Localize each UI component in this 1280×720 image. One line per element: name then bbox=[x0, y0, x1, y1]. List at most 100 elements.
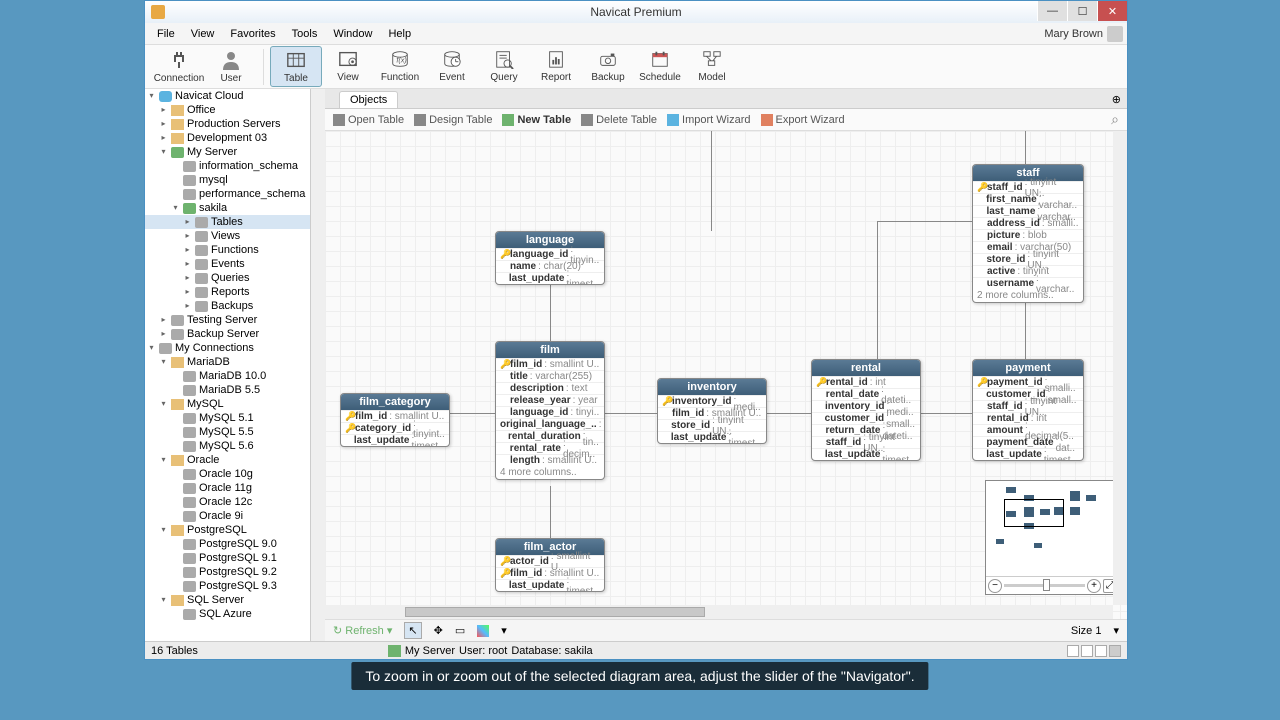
entity-rental[interactable]: rental🔑rental_id: intrental_date: dateti… bbox=[811, 359, 921, 461]
diagram-canvas[interactable]: language🔑language_id: tinyin..name: char… bbox=[325, 131, 1127, 619]
tree-node-mysql[interactable]: ▾MySQL bbox=[145, 397, 310, 411]
tree-node-mysql-5.5[interactable]: MySQL 5.5 bbox=[145, 425, 310, 439]
zoom-slider-thumb[interactable] bbox=[1043, 579, 1050, 591]
tree-node-tables[interactable]: ▸Tables bbox=[145, 215, 310, 229]
tree-node-oracle-12c[interactable]: Oracle 12c bbox=[145, 495, 310, 509]
minimap-view[interactable] bbox=[986, 481, 1119, 576]
view-detail-icon[interactable] bbox=[1081, 645, 1093, 657]
entity-column[interactable]: 🔑film_id: smallint U.. bbox=[496, 358, 604, 370]
user-name[interactable]: Mary Brown bbox=[1044, 28, 1107, 40]
menu-help[interactable]: Help bbox=[380, 26, 419, 42]
menu-tools[interactable]: Tools bbox=[284, 26, 326, 42]
zoom-slider-track[interactable] bbox=[1004, 584, 1085, 587]
zoom-in-button[interactable]: + bbox=[1087, 579, 1101, 593]
toolbar-backup[interactable]: Backup bbox=[582, 46, 634, 87]
tree-node-my-connections[interactable]: ▾My Connections bbox=[145, 341, 310, 355]
entity-column[interactable]: 🔑inventory_id: medi.. bbox=[658, 395, 766, 407]
entity-column[interactable]: last_update: timest.. bbox=[973, 448, 1083, 460]
toolbar-model[interactable]: Model bbox=[686, 46, 738, 87]
entity-column[interactable]: 🔑actor_id: smallint U.. bbox=[496, 555, 604, 567]
size-label[interactable]: Size 1 bbox=[1071, 625, 1102, 637]
entity-column[interactable]: store_id: tinyint UN.. bbox=[973, 253, 1083, 265]
menu-favorites[interactable]: Favorites bbox=[222, 26, 283, 42]
tree-node-postgresql-9.1[interactable]: PostgreSQL 9.1 bbox=[145, 551, 310, 565]
tree-node-mysql[interactable]: mysql bbox=[145, 173, 310, 187]
entity-column[interactable]: last_update: timest.. bbox=[812, 448, 920, 460]
entity-film[interactable]: film🔑film_id: smallint U..title: varchar… bbox=[495, 341, 605, 480]
tree-node-postgresql-9.2[interactable]: PostgreSQL 9.2 bbox=[145, 565, 310, 579]
tree-node-sakila[interactable]: ▾sakila bbox=[145, 201, 310, 215]
maximize-button[interactable]: ☐ bbox=[1067, 1, 1097, 21]
move-tool[interactable]: ✥ bbox=[434, 624, 443, 637]
view-er-icon[interactable] bbox=[1109, 645, 1121, 657]
entity-column[interactable]: username: varchar.. bbox=[973, 277, 1083, 289]
tree-node-mariadb-5.5[interactable]: MariaDB 5.5 bbox=[145, 383, 310, 397]
open-table-action[interactable]: Open Table bbox=[333, 114, 404, 126]
toolbar-function[interactable]: f(x)Function bbox=[374, 46, 426, 87]
entity-column[interactable]: address_id: smalli.. bbox=[973, 217, 1083, 229]
horizontal-scrollbar[interactable] bbox=[325, 605, 1113, 619]
navigator-minimap[interactable]: − + ⤢ bbox=[985, 480, 1120, 595]
toolbar-query[interactable]: Query bbox=[478, 46, 530, 87]
toolbar-table[interactable]: Table bbox=[270, 46, 322, 87]
tree-node-production-servers[interactable]: ▸Production Servers bbox=[145, 117, 310, 131]
toolbar-event[interactable]: Event bbox=[426, 46, 478, 87]
entity-column[interactable]: length: smallint U.. bbox=[496, 454, 604, 466]
view-list-icon[interactable] bbox=[1067, 645, 1079, 657]
delete-table-action[interactable]: Delete Table bbox=[581, 114, 657, 126]
vertical-scrollbar[interactable] bbox=[1113, 131, 1127, 605]
entity-payment[interactable]: payment🔑payment_id: smalli..customer_id:… bbox=[972, 359, 1084, 461]
entity-column[interactable]: release_year: year bbox=[496, 394, 604, 406]
tree-node-navicat-cloud[interactable]: ▾Navicat Cloud bbox=[145, 89, 310, 103]
toolbar-user[interactable]: User bbox=[205, 47, 257, 86]
toolbar-view[interactable]: View bbox=[322, 46, 374, 87]
menu-file[interactable]: File bbox=[149, 26, 183, 42]
entity-column[interactable]: 🔑language_id: tinyin.. bbox=[496, 248, 604, 260]
entity-column[interactable]: last_update: timest.. bbox=[341, 434, 449, 446]
entity-column[interactable]: rental_rate: decim.. bbox=[496, 442, 604, 454]
entity-column[interactable]: last_update: timest.. bbox=[496, 579, 604, 591]
entity-column[interactable]: last_update: timest.. bbox=[658, 431, 766, 443]
toolbar-connection[interactable]: Connection bbox=[153, 47, 205, 86]
tree-node-sql-azure[interactable]: SQL Azure bbox=[145, 607, 310, 621]
tree-node-backup-server[interactable]: ▸Backup Server bbox=[145, 327, 310, 341]
tree-node-mariadb[interactable]: ▾MariaDB bbox=[145, 355, 310, 369]
new-table-action[interactable]: New Table bbox=[502, 114, 571, 126]
entity-column[interactable]: last_name: varchar.. bbox=[973, 205, 1083, 217]
user-avatar-icon[interactable] bbox=[1107, 26, 1123, 42]
tree-node-postgresql[interactable]: ▾PostgreSQL bbox=[145, 523, 310, 537]
menu-view[interactable]: View bbox=[183, 26, 223, 42]
tree-node-backups[interactable]: ▸Backups bbox=[145, 299, 310, 313]
tree-node-postgresql-9.3[interactable]: PostgreSQL 9.3 bbox=[145, 579, 310, 593]
view-grid-icon[interactable] bbox=[1095, 645, 1107, 657]
tree-node-postgresql-9.0[interactable]: PostgreSQL 9.0 bbox=[145, 537, 310, 551]
entity-inventory[interactable]: inventory🔑inventory_id: medi..film_id: s… bbox=[657, 378, 767, 444]
tree-node-mysql-5.6[interactable]: MySQL 5.6 bbox=[145, 439, 310, 453]
tab-objects[interactable]: Objects bbox=[339, 91, 398, 108]
dropdown-arrow[interactable]: ▾ bbox=[501, 624, 507, 637]
entity-column[interactable]: staff_id: tinyint UN.. bbox=[973, 400, 1083, 412]
tree-node-development-03[interactable]: ▸Development 03 bbox=[145, 131, 310, 145]
close-button[interactable]: ✕ bbox=[1097, 1, 1127, 21]
select-tool[interactable]: ▭ bbox=[455, 624, 465, 637]
tree-node-mysql-5.1[interactable]: MySQL 5.1 bbox=[145, 411, 310, 425]
tree-node-information_schema[interactable]: information_schema bbox=[145, 159, 310, 173]
zoom-out-button[interactable]: − bbox=[988, 579, 1002, 593]
minimap-viewport[interactable] bbox=[1004, 499, 1064, 527]
sidebar[interactable]: ▾Navicat Cloud▸Office▸Production Servers… bbox=[145, 89, 311, 641]
import-wizard-action[interactable]: Import Wizard bbox=[667, 114, 750, 126]
tree-node-oracle-10g[interactable]: Oracle 10g bbox=[145, 467, 310, 481]
toolbar-report[interactable]: Report bbox=[530, 46, 582, 87]
entity-language[interactable]: language🔑language_id: tinyin..name: char… bbox=[495, 231, 605, 285]
pointer-tool[interactable]: ↖ bbox=[404, 622, 421, 639]
entity-film_category[interactable]: film_category🔑film_id: smallint U..🔑cate… bbox=[340, 393, 450, 447]
sidebar-scrollbar[interactable] bbox=[311, 89, 325, 641]
entity-column[interactable]: last_update: timest.. bbox=[496, 272, 604, 284]
tree-node-oracle-9i[interactable]: Oracle 9i bbox=[145, 509, 310, 523]
design-table-action[interactable]: Design Table bbox=[414, 114, 492, 126]
export-wizard-action[interactable]: Export Wizard bbox=[761, 114, 845, 126]
minimize-button[interactable]: — bbox=[1037, 1, 1067, 21]
tree-node-views[interactable]: ▸Views bbox=[145, 229, 310, 243]
entity-column[interactable]: picture: blob bbox=[973, 229, 1083, 241]
entity-more[interactable]: 4 more columns.. bbox=[496, 466, 604, 479]
